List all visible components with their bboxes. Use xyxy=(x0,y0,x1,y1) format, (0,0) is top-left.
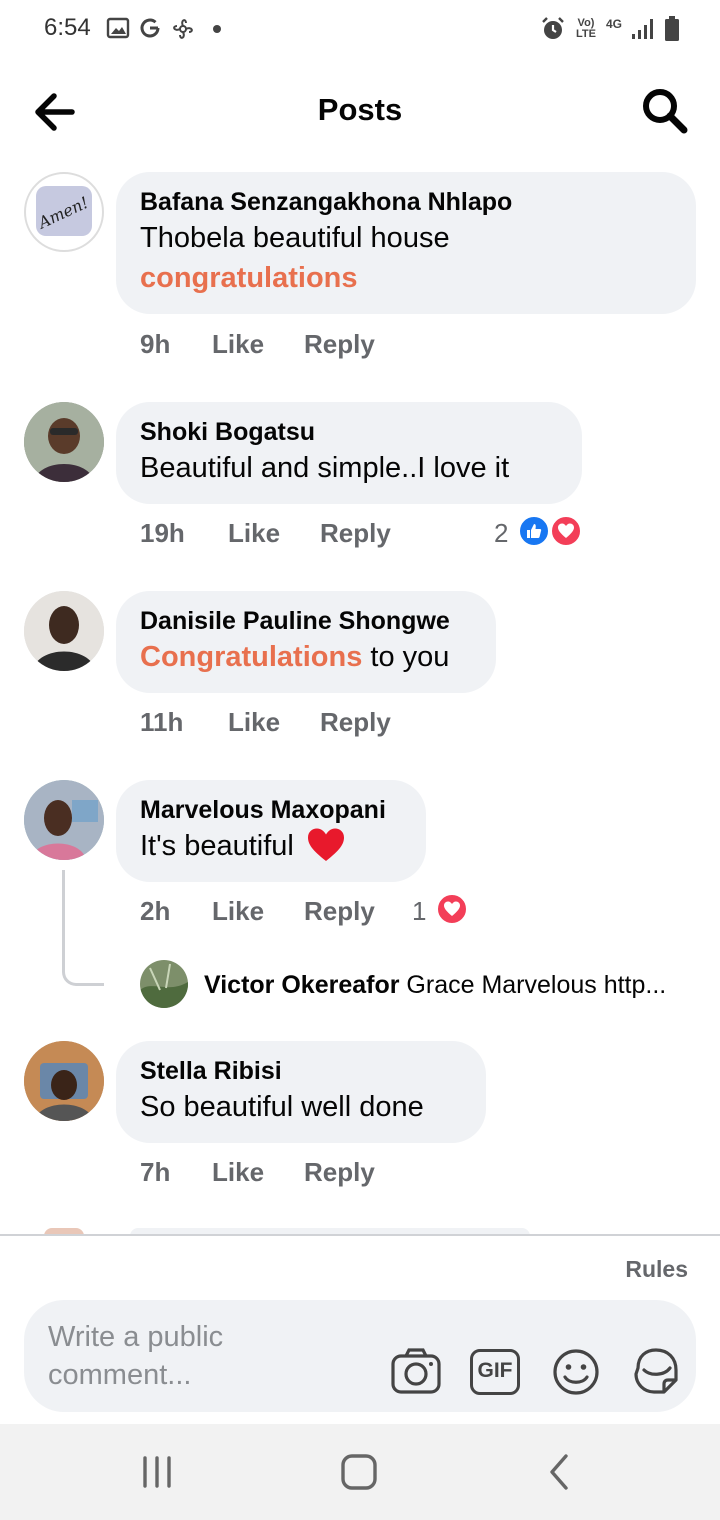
reply-button[interactable]: Reply xyxy=(304,326,375,362)
comment-author[interactable]: Marvelous Maxopani xyxy=(140,794,402,826)
like-reaction-icon[interactable] xyxy=(518,515,550,547)
comment-bubble[interactable]: Danisile Pauline Shongwe Congratulations… xyxy=(116,591,496,693)
avatar[interactable]: Amen! xyxy=(24,172,104,252)
like-button[interactable]: Like xyxy=(212,1154,264,1190)
reply-preview[interactable]: Victor Okereafor Grace Marvelous http... xyxy=(140,960,700,1010)
comment-composer: Rules Write a public comment... GIF xyxy=(0,1234,720,1424)
comment-author[interactable]: Danisile Pauline Shongwe xyxy=(140,605,472,637)
status-time: 6:54 xyxy=(44,14,91,41)
comment-time: 11h xyxy=(140,707,184,737)
recent-apps-icon[interactable] xyxy=(134,1450,180,1494)
comment-bubble[interactable]: Stella Ribisi So beautiful well done xyxy=(116,1041,486,1143)
love-reaction-icon[interactable] xyxy=(436,893,468,925)
home-icon[interactable] xyxy=(336,1450,382,1494)
google-icon xyxy=(140,18,160,38)
dot-icon xyxy=(213,25,221,33)
search-icon[interactable] xyxy=(640,86,690,136)
avatar[interactable] xyxy=(24,591,104,671)
comment-author[interactable]: Shoki Bogatsu xyxy=(140,416,558,448)
highlighted-word[interactable]: Congratulations xyxy=(140,641,362,673)
comment-meta: 2h Like Reply 1 xyxy=(140,893,560,929)
comment-placeholder[interactable]: Write a public comment... xyxy=(48,1318,288,1394)
reply-text: Grace Marvelous http... xyxy=(406,971,667,999)
page-title: Posts xyxy=(317,92,403,127)
signal-icon xyxy=(632,19,653,39)
emoji-icon[interactable] xyxy=(550,1346,602,1398)
comment-time: 2h xyxy=(140,896,171,926)
reply-author[interactable]: Victor Okereafor xyxy=(204,971,399,999)
reaction-count[interactable]: 1 xyxy=(412,893,426,929)
comment-bubble[interactable]: Bafana Senzangakhona Nhlapo Thobela beau… xyxy=(116,172,696,314)
status-bar: 6:54 Vo) LTE 4G xyxy=(0,0,720,60)
reply-button[interactable]: Reply xyxy=(304,1154,375,1190)
comment-author[interactable]: Stella Ribisi xyxy=(140,1055,462,1087)
volte-icon: Vo) LTE xyxy=(576,17,596,40)
avatar[interactable] xyxy=(24,780,104,860)
fan-icon xyxy=(173,19,193,39)
love-reaction-icon[interactable] xyxy=(550,515,582,547)
sticker-icon[interactable] xyxy=(630,1346,682,1398)
reaction-count[interactable]: 2 xyxy=(494,515,508,551)
back-nav-icon[interactable] xyxy=(538,1450,584,1494)
reply-button[interactable]: Reply xyxy=(320,515,391,551)
like-button[interactable]: Like xyxy=(228,704,280,740)
comment-input[interactable]: Write a public comment... GIF xyxy=(24,1300,696,1412)
comment-author[interactable]: Bafana Senzangakhona Nhlapo xyxy=(140,186,672,218)
rules-link[interactable]: Rules xyxy=(625,1256,688,1283)
reply-thread-line xyxy=(62,870,104,986)
gallery-icon xyxy=(106,17,130,39)
comment-bubble[interactable]: Shoki Bogatsu Beautiful and simple..I lo… xyxy=(116,402,582,504)
comment-time: 7h xyxy=(140,1157,171,1187)
comment-text: So beautiful well done xyxy=(140,1091,424,1123)
gif-icon[interactable]: GIF xyxy=(470,1346,522,1398)
comment-meta: 7h Like Reply xyxy=(140,1154,560,1190)
avatar[interactable] xyxy=(24,402,104,482)
comment-text: Thobela beautiful house xyxy=(140,222,450,254)
battery-icon xyxy=(665,16,679,41)
like-button[interactable]: Like xyxy=(212,326,264,362)
comment-meta: 9h Like Reply xyxy=(140,326,640,362)
network-4g-icon: 4G xyxy=(606,17,623,31)
like-button[interactable]: Like xyxy=(212,893,264,929)
header: Posts xyxy=(0,70,720,154)
comment-text: Beautiful and simple..I love it xyxy=(140,452,510,484)
comment-meta: 11h Like Reply xyxy=(140,704,600,740)
reply-button[interactable]: Reply xyxy=(320,704,391,740)
comment-time: 9h xyxy=(140,329,171,359)
reply-button[interactable]: Reply xyxy=(304,893,375,929)
avatar[interactable] xyxy=(140,960,188,1008)
gif-icon-label: GIF xyxy=(470,1349,520,1395)
alarm-icon xyxy=(542,17,564,39)
highlighted-word[interactable]: congratulations xyxy=(140,258,672,298)
comment-time: 19h xyxy=(140,518,185,548)
comment-bubble[interactable]: Marvelous Maxopani It's beautiful xyxy=(116,780,426,882)
camera-icon[interactable] xyxy=(390,1346,442,1398)
comment-text: to you xyxy=(362,641,450,673)
avatar[interactable] xyxy=(24,1041,104,1121)
comment-text: It's beautiful xyxy=(140,830,294,862)
heart-emoji-icon xyxy=(307,828,344,861)
system-nav-bar xyxy=(0,1424,720,1520)
like-button[interactable]: Like xyxy=(228,515,280,551)
